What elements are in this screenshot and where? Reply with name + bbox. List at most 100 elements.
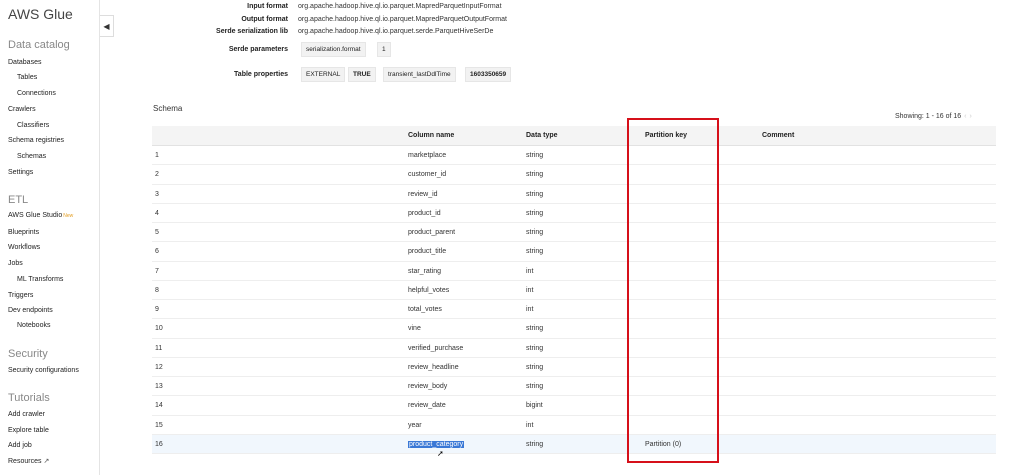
table-props-label: Table properties [234,71,288,78]
sidebar-item-security-configurations[interactable]: Security configurations [8,367,79,374]
sidebar-item-connections[interactable]: Connections [17,90,56,97]
section-tutorials: Tutorials [8,392,50,404]
table-prop-value: TRUE [348,67,376,82]
sidebar-item-resources-label: Resources [8,458,42,465]
sidebar-item-add-job[interactable]: Add job [8,442,32,449]
table-row[interactable]: 6 product_title string [152,242,996,262]
column-name-cell: review_id [408,190,438,198]
row-number: 14 [155,402,163,410]
data-type-cell: string [526,171,544,179]
data-type-cell: int [526,267,534,275]
section-security: Security [8,348,48,360]
column-name-cell: year [408,421,422,429]
column-name-cell: review_body [408,383,448,390]
schema-table: Column name Data type Partition key Comm… [152,126,996,454]
main-content: Input format org.apache.hadoop.hive.ql.i… [115,0,1024,475]
sidebar-item-schema-registries[interactable]: Schema registries [8,137,64,144]
input-format-value: org.apache.hadoop.hive.ql.io.parquet.Map… [298,3,502,10]
data-type-cell: int [526,286,534,294]
column-name-cell: verified_purchase [408,344,464,352]
row-number: 5 [155,229,159,236]
input-format-label: Input format [247,3,288,10]
serde-param-key: serialization.format [301,42,366,57]
table-row[interactable]: 13 review_body string [152,377,996,397]
table-row[interactable]: 15 year int [152,416,996,435]
showing-count: Showing: 1 - 16 of 16 [895,113,962,120]
pagination-info: Showing: 1 - 16 of 16 ‹ › [895,113,972,120]
sidebar-item-glue-studio-label: AWS Glue Studio [8,212,63,219]
row-number: 13 [155,383,163,390]
data-type-cell: string [526,383,544,390]
row-number: 7 [155,267,159,275]
table-row[interactable]: 8 helpful_votes int [152,281,996,300]
output-format-label: Output format [241,16,288,23]
column-header-name[interactable]: Column name [408,132,454,139]
column-name-cell: vine [408,325,421,333]
table-row[interactable]: 3 review_id string [152,185,996,204]
sidebar-item-settings[interactable]: Settings [8,169,33,176]
table-row[interactable]: 11 verified_purchase string [152,339,996,358]
serde-params-label: Serde parameters [228,46,288,53]
table-row[interactable]: 4 product_id string [152,204,996,223]
sidebar-item-resources[interactable]: Resources ↗ [8,457,49,465]
row-number: 4 [155,209,159,217]
prev-page-button[interactable]: ‹ [964,113,966,120]
row-number: 6 [155,248,159,256]
data-type-cell: string [526,209,544,217]
table-prop-value: 1603350659 [465,67,512,82]
row-number: 16 [155,440,163,448]
external-link-icon: ↗ [43,458,50,465]
sidebar-item-classifiers[interactable]: Classifiers [17,122,49,129]
table-prop-key: transient_lastDdlTime [383,67,456,82]
output-format-value: org.apache.hadoop.hive.ql.io.parquet.Map… [298,16,507,23]
sidebar-item-crawlers[interactable]: Crawlers [8,106,36,113]
column-header-type[interactable]: Data type [526,132,558,139]
sidebar-item-databases[interactable]: Databases [8,59,41,66]
sidebar-item-dev-endpoints[interactable]: Dev endpoints [8,307,53,314]
sidebar-item-blueprints[interactable]: Blueprints [8,229,39,236]
schema-title: Schema [153,104,183,113]
table-row[interactable]: 2 customer_id string [152,165,996,185]
serde-lib-label: Serde serialization lib [216,28,288,35]
table-row[interactable]: 12 review_headline string [152,358,996,377]
data-type-cell: string [526,248,544,256]
sidebar-item-explore-table[interactable]: Explore table [8,427,49,434]
table-row[interactable]: 7 star_rating int [152,262,996,281]
column-name-cell: product_parent [408,229,456,236]
sidebar-item-triggers[interactable]: Triggers [8,292,33,299]
column-header-comment[interactable]: Comment [762,132,794,139]
data-type-cell: string [526,363,544,371]
collapse-sidebar-button[interactable]: ◀ [100,15,114,37]
table-row[interactable]: 9 total_votes int [152,300,996,320]
table-row[interactable]: 16 product_category string Partition (0) [152,434,996,454]
sidebar-item-workflows[interactable]: Workflows [8,244,40,251]
sidebar-item-notebooks[interactable]: Notebooks [17,322,50,329]
sidebar-item-tables[interactable]: Tables [17,74,37,81]
sidebar-item-add-crawler[interactable]: Add crawler [8,411,45,418]
column-name-cell: product_title [408,248,447,256]
data-type-cell: string [526,325,544,333]
table-row[interactable]: 10 vine string [152,319,996,339]
app-title[interactable]: AWS Glue [8,6,73,22]
row-number: 10 [155,325,163,333]
sidebar-item-ml-transforms[interactable]: ML Transforms [17,276,63,283]
sidebar-item-schemas[interactable]: Schemas [17,153,46,160]
row-number: 15 [155,421,163,429]
new-badge: New [63,213,74,219]
table-row[interactable]: 5 product_parent string [152,223,996,243]
section-data-catalog: Data catalog [8,39,70,51]
row-number: 2 [155,171,159,179]
data-type-cell: string [526,229,544,236]
row-number: 12 [155,363,163,371]
table-body: 1 marketplace string 2 customer_id string 3 rev… [152,146,996,454]
sidebar-item-jobs[interactable]: Jobs [8,260,23,267]
row-number: 8 [155,286,159,294]
next-page-button[interactable]: › [970,113,972,120]
table-row[interactable]: 1 marketplace string [152,146,996,166]
data-type-cell: int [526,421,534,429]
data-type-cell: bigint [526,402,543,410]
table-row[interactable]: 14 review_date bigint [152,396,996,416]
table-header: Column name Data type Partition key Comm… [152,126,996,146]
sidebar-item-glue-studio[interactable]: AWS Glue StudioNew [8,212,73,219]
annotation-highlight-box [627,118,719,463]
